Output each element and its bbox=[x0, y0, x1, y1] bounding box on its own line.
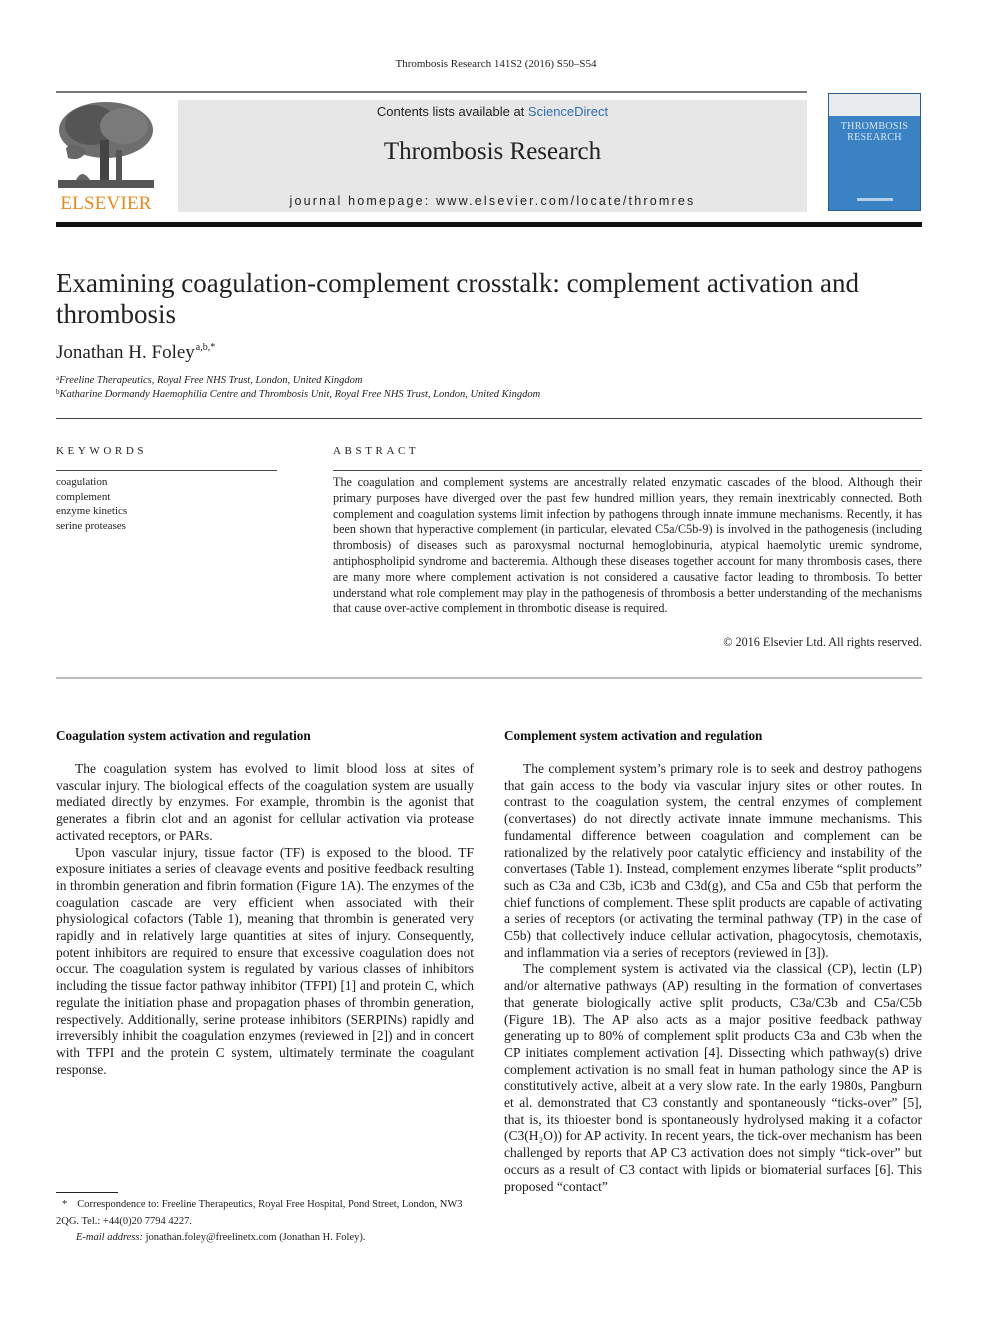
cover-sciencedirect-mark-icon bbox=[857, 198, 893, 201]
abstract-divider bbox=[56, 677, 922, 679]
correspondence-footnote: * Correspondence to: Freeline Therapeutic… bbox=[56, 1197, 476, 1247]
keywords-rule bbox=[56, 470, 277, 471]
footnote-star: * bbox=[62, 1199, 68, 1210]
journal-citation: Thrombosis Research 141S2 (2016) S50–S54 bbox=[395, 58, 597, 70]
correspondence-text: Correspondence to: Freeline Therapeutics… bbox=[56, 1199, 463, 1227]
cover-title: THROMBOSIS RESEARCH bbox=[840, 121, 909, 143]
affiliation-b: bKatharine Dormandy Haemophilia Centre a… bbox=[56, 388, 540, 400]
keyword-item[interactable]: serine proteases bbox=[56, 519, 127, 534]
sciencedirect-link[interactable]: ScienceDirect bbox=[528, 104, 608, 119]
affiliation-text: Katharine Dormandy Haemophilia Centre an… bbox=[59, 389, 541, 400]
left-column: Coagulation system activation and regula… bbox=[56, 728, 474, 1078]
cover-header-band bbox=[829, 94, 920, 116]
header-top-rule bbox=[56, 91, 807, 93]
title-divider bbox=[56, 418, 922, 419]
publisher-wordmark: ELSEVIER bbox=[60, 193, 152, 214]
section-heading-coagulation: Coagulation system activation and regula… bbox=[56, 728, 311, 743]
keyword-item[interactable]: enzyme kinetics bbox=[56, 504, 127, 519]
section-heading-complement: Complement system activation and regulat… bbox=[504, 728, 763, 743]
copyright-notice: © 2016 Elsevier Ltd. All rights reserved… bbox=[723, 635, 922, 649]
author-line: Jonathan H. Foleya,b,* bbox=[56, 342, 215, 364]
footnote-rule bbox=[56, 1192, 118, 1193]
body-paragraph: The complement system is activated via t… bbox=[504, 961, 922, 1194]
body-paragraph: The complement system’s primary role is … bbox=[504, 761, 922, 960]
right-column: Complement system activation and regulat… bbox=[504, 728, 922, 1195]
affiliation-a: aFreeline Therapeutics, Royal Free NHS T… bbox=[56, 374, 363, 386]
abstract-text: The coagulation and complement systems a… bbox=[333, 475, 922, 616]
author-name[interactable]: Jonathan H. Foley bbox=[56, 342, 195, 363]
contents-prefix: Contents lists available at bbox=[376, 104, 528, 119]
abstract-label: ABSTRACT bbox=[333, 445, 420, 457]
tree-illustration-icon bbox=[58, 102, 154, 188]
keywords-label: KEYWORDS bbox=[56, 445, 148, 457]
journal-cover-thumbnail[interactable]: THROMBOSIS RESEARCH bbox=[828, 93, 921, 211]
keyword-item[interactable]: coagulation bbox=[56, 475, 127, 490]
article-title: Examining coagulation-complement crossta… bbox=[56, 268, 860, 329]
body-paragraph: Upon vascular injury, tissue factor (TF)… bbox=[56, 844, 474, 1077]
abstract-rule bbox=[333, 470, 922, 471]
journal-title: Thrombosis Research bbox=[383, 138, 602, 165]
journal-homepage-link[interactable]: journal homepage: www.elsevier.com/locat… bbox=[178, 194, 807, 208]
author-affiliation-marks[interactable]: a,b,* bbox=[196, 342, 215, 353]
contents-availability: Contents lists available at ScienceDirec… bbox=[178, 104, 807, 119]
email-label: E-mail address: bbox=[76, 1232, 143, 1243]
email-owner: (Jonathan H. Foley). bbox=[279, 1232, 366, 1243]
email-link[interactable]: jonathan.foley@freelinetx.com bbox=[146, 1232, 277, 1243]
body-paragraph: The coagulation system has evolved to li… bbox=[56, 761, 474, 843]
keywords-list: coagulation complement enzyme kinetics s… bbox=[56, 475, 127, 533]
affiliation-text: Freeline Therapeutics, Royal Free NHS Tr… bbox=[59, 375, 363, 386]
journal-masthead: Contents lists available at ScienceDirec… bbox=[178, 100, 807, 212]
keyword-item[interactable]: complement bbox=[56, 490, 127, 505]
header-thick-rule bbox=[56, 222, 922, 227]
